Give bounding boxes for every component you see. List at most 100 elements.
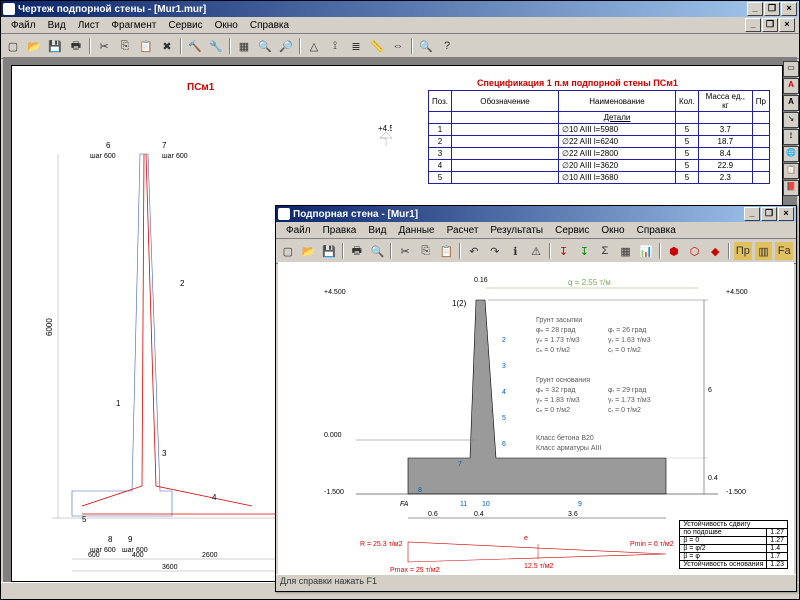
close-button[interactable]: × xyxy=(781,2,797,16)
main-titlebar[interactable]: Чертеж подпорной стены - [Mur1.mur] _ ❐ … xyxy=(1,1,799,17)
delete-icon[interactable]: ✖ xyxy=(157,36,177,56)
print-icon[interactable]: 🖶 xyxy=(347,241,367,261)
svg-text:7: 7 xyxy=(162,141,167,150)
sec-titlebar[interactable]: Подпорная стена - [Mur1] _ ❐ × xyxy=(276,206,796,222)
mdi-close-button[interactable]: × xyxy=(779,18,795,32)
chart-icon[interactable]: 📊 xyxy=(636,241,656,261)
find-icon[interactable]: 🔍 xyxy=(416,36,436,56)
layers-icon[interactable]: ≣ xyxy=(346,36,366,56)
cut-icon[interactable]: ✂ xyxy=(94,36,114,56)
svg-text:Грунт засыпки: Грунт засыпки xyxy=(536,317,582,324)
zoom-in-icon[interactable]: 🔍 xyxy=(255,36,275,56)
cut-icon[interactable]: ✂ xyxy=(395,241,415,261)
menu-service[interactable]: Сервис xyxy=(162,19,208,32)
open-icon[interactable]: 📂 xyxy=(24,36,44,56)
palette-select-icon[interactable]: ▭ xyxy=(783,61,799,77)
svg-text:cₙ = 0 т/м2cᵣ = 0 т/м2: cₙ = 0 т/м2cᵣ = 0 т/м2 xyxy=(536,347,641,354)
svg-text:γₙ = 1.83 т/м3γᵣ = 1.73 т/м3: γₙ = 1.83 т/м3γᵣ = 1.73 т/м3 xyxy=(536,397,651,404)
main-toolbar: ▢ 📂 💾 🖶 ✂ ⎘ 📋 ✖ 🔨 🔧 ▦ 🔍 🔎 △ ⟟ ≣ 📏 ⇔ 🔍 ? xyxy=(1,34,799,59)
palette-book-icon[interactable]: 📕 xyxy=(783,180,799,196)
svg-text:400: 400 xyxy=(132,552,144,559)
sec-statusbar: Для справки нажать F1 xyxy=(276,574,796,591)
save-icon[interactable]: 💾 xyxy=(45,36,65,56)
menu-file[interactable]: Файл xyxy=(5,19,42,32)
svg-text:2: 2 xyxy=(502,337,506,344)
print-icon[interactable]: 🖶 xyxy=(66,36,86,56)
save-icon[interactable]: 💾 xyxy=(319,241,339,261)
t-pr-icon[interactable]: Пр xyxy=(733,241,753,261)
menu-service[interactable]: Сервис xyxy=(549,224,595,237)
preview-icon[interactable]: 🔍 xyxy=(368,241,388,261)
spec-col-mass: Масса ед., кг xyxy=(698,91,752,112)
menu-view[interactable]: Вид xyxy=(42,19,72,32)
mdi-restore-button[interactable]: ❐ xyxy=(762,18,778,32)
svg-text:Pmax = 25 т/м2: Pmax = 25 т/м2 xyxy=(390,567,440,574)
chart-icon[interactable]: ▦ xyxy=(234,36,254,56)
svg-text:+4.500: +4.500 xyxy=(726,289,748,296)
maximize-button[interactable]: ❐ xyxy=(761,207,777,221)
angle-icon[interactable]: △ xyxy=(304,36,324,56)
ruler-icon[interactable]: 📏 xyxy=(367,36,387,56)
menu-window[interactable]: Окно xyxy=(595,224,630,237)
r2-icon[interactable]: ⬡ xyxy=(685,241,705,261)
menu-file[interactable]: Файл xyxy=(280,224,317,237)
menu-data[interactable]: Данные xyxy=(392,224,440,237)
svg-text:600: 600 xyxy=(88,552,100,559)
paste-icon[interactable]: 📋 xyxy=(136,36,156,56)
svg-text:4: 4 xyxy=(212,493,217,502)
r3-icon[interactable]: ◆ xyxy=(705,241,725,261)
svg-text:R = 25.3 т/м2: R = 25.3 т/м2 xyxy=(360,541,403,548)
load-icon[interactable]: ↧ xyxy=(554,241,574,261)
redo-icon[interactable]: ↷ xyxy=(485,241,505,261)
palette-paste-icon[interactable]: 📋 xyxy=(783,163,799,179)
table-row: 2∅22 AIII l=6240518.7 xyxy=(429,136,770,148)
menu-fragment[interactable]: Фрагмент xyxy=(105,19,162,32)
undo-icon[interactable]: ↶ xyxy=(464,241,484,261)
minimize-button[interactable]: _ xyxy=(744,207,760,221)
paste-icon[interactable]: 📋 xyxy=(437,241,457,261)
menu-calc[interactable]: Расчет xyxy=(441,224,485,237)
minimize-button[interactable]: _ xyxy=(747,2,763,16)
calc-icon[interactable]: Σ xyxy=(595,241,615,261)
menu-help[interactable]: Справка xyxy=(631,224,682,237)
menu-sheet[interactable]: Лист xyxy=(72,19,106,32)
svg-text:3600: 3600 xyxy=(162,564,178,571)
copy-icon[interactable]: ⎘ xyxy=(115,36,135,56)
menu-help[interactable]: Справка xyxy=(244,19,295,32)
info-icon[interactable]: ℹ xyxy=(506,241,526,261)
palette-globe-icon[interactable]: 🌐 xyxy=(783,146,799,162)
svg-text:φₙ = 32 градφᵣ = 29 град: φₙ = 32 градφᵣ = 29 град xyxy=(536,387,646,394)
svg-text:2: 2 xyxy=(180,279,185,288)
palette-survey-icon[interactable]: ⟟ xyxy=(783,129,799,145)
help-icon[interactable]: ? xyxy=(437,36,457,56)
menu-results[interactable]: Результаты xyxy=(484,224,549,237)
new-icon[interactable]: ▢ xyxy=(278,241,298,261)
zoom-out-icon[interactable]: 🔎 xyxy=(276,36,296,56)
svg-text:4: 4 xyxy=(502,389,506,396)
t-fa-icon[interactable]: Fa xyxy=(774,241,794,261)
mdi-minimize-button[interactable]: _ xyxy=(745,18,761,32)
hammer-icon[interactable]: 🔨 xyxy=(185,36,205,56)
menu-window[interactable]: Окно xyxy=(209,19,244,32)
wrench-icon[interactable]: 🔧 xyxy=(206,36,226,56)
table-row: 1∅10 AIII l=598053.7 xyxy=(429,124,770,136)
grid-icon[interactable]: ▦ xyxy=(616,241,636,261)
maximize-button[interactable]: ❐ xyxy=(764,2,780,16)
t-pl-icon[interactable]: ▥ xyxy=(754,241,774,261)
close-button[interactable]: × xyxy=(778,207,794,221)
survey-icon[interactable]: ⟟ xyxy=(325,36,345,56)
svg-text:FA: FA xyxy=(400,501,409,508)
palette-arrow-icon[interactable]: ↘ xyxy=(783,112,799,128)
warn-icon[interactable]: ⚠ xyxy=(526,241,546,261)
copy-icon[interactable]: ⎘ xyxy=(416,241,436,261)
palette-text2-icon[interactable]: A xyxy=(783,95,799,111)
open-icon[interactable]: 📂 xyxy=(299,241,319,261)
menu-edit[interactable]: Правка xyxy=(317,224,363,237)
svg-text:γₙ = 1.73 т/м3γᵣ = 1.63 т/м3: γₙ = 1.73 т/м3γᵣ = 1.63 т/м3 xyxy=(536,337,651,344)
palette-text-icon[interactable]: A xyxy=(783,78,799,94)
dim-icon[interactable]: ⇔ xyxy=(388,36,408,56)
r1-icon[interactable]: ⬢ xyxy=(664,241,684,261)
menu-view[interactable]: Вид xyxy=(362,224,392,237)
new-icon[interactable]: ▢ xyxy=(3,36,23,56)
load2-icon[interactable]: ↧ xyxy=(574,241,594,261)
